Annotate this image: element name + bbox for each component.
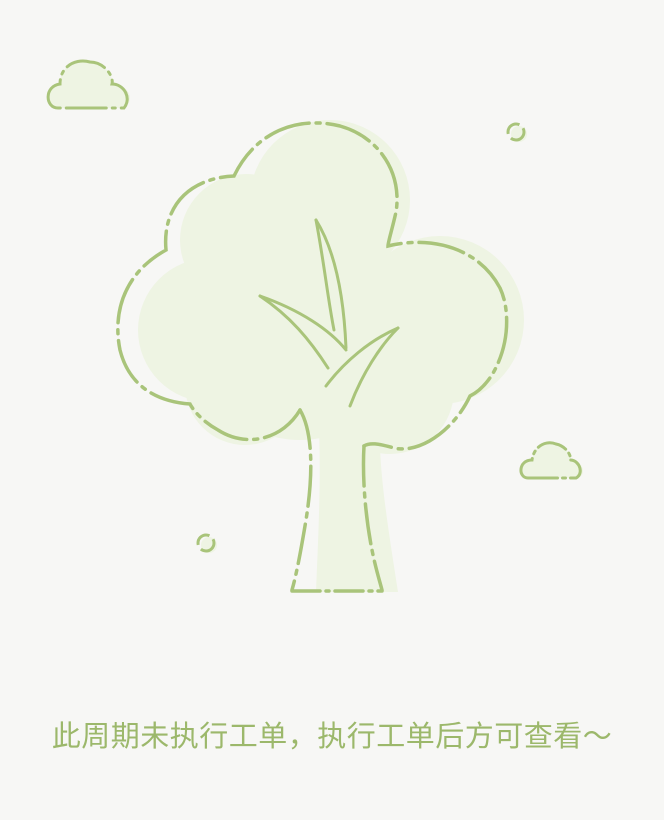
empty-state-message: 此周期未执行工单，执行工单后方可查看～ bbox=[51, 719, 613, 753]
empty-state-illustration bbox=[46, 59, 584, 593]
dot-icon bbox=[196, 533, 217, 553]
cloud-icon bbox=[46, 59, 131, 110]
empty-state-page: 此周期未执行工单，执行工单后方可查看～ bbox=[0, 0, 664, 820]
dot-icon bbox=[506, 122, 527, 142]
cloud-icon bbox=[519, 441, 584, 480]
tree-icon bbox=[116, 120, 524, 593]
